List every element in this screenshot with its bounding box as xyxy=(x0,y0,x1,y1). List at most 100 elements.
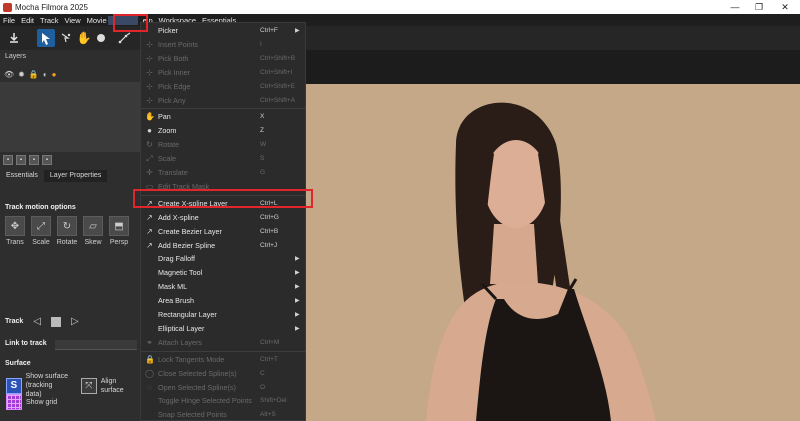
menu-item-label: Zoom xyxy=(158,126,177,136)
scale-button[interactable]: ⤢ Scale xyxy=(30,216,52,246)
menu-item-create-bezier-layer[interactable]: ↗ Create Bezier Layer Ctrl+B xyxy=(141,225,305,238)
menu-item-drag-falloff[interactable]: Drag Falloff ▶ xyxy=(141,252,305,265)
menu-item-pick-inner[interactable]: ⊹ Pick Inner Ctrl+Shift+I xyxy=(141,66,305,79)
menu-item-area-brush[interactable]: Area Brush ▶ xyxy=(141,294,305,307)
track-controls: Track ◁ ▷ xyxy=(5,316,79,327)
color-icon[interactable]: ● xyxy=(52,70,57,79)
delete-layer-icon[interactable]: ▪ xyxy=(42,155,52,165)
pointer-tool-icon[interactable] xyxy=(37,29,55,47)
matte-icon[interactable]: ◐ xyxy=(43,70,48,79)
persp-button[interactable]: ⬒ Persp xyxy=(108,216,130,246)
menu-item-mask-ml[interactable]: Mask ML ▶ xyxy=(141,280,305,293)
track-backward-icon[interactable]: ◁ xyxy=(33,316,41,327)
sun-icon[interactable]: ✹ xyxy=(18,70,25,79)
woman-photo xyxy=(426,102,656,421)
align-surface-icon[interactable]: ⤧ xyxy=(81,377,97,394)
align-surface-label: Align surface xyxy=(100,377,124,394)
show-grid-label: Show grid xyxy=(26,398,58,406)
duplicate-layer-icon[interactable]: ▪ xyxy=(29,155,39,165)
viewer-canvas[interactable] xyxy=(306,84,800,421)
submenu-arrow-icon: ▶ xyxy=(295,284,300,291)
menu-edit[interactable]: Edit xyxy=(18,16,37,25)
tab-essentials[interactable]: Essentials xyxy=(0,170,44,182)
menu-item-pick-edge[interactable]: ⊹ Pick Edge Ctrl+Shift+E xyxy=(141,80,305,93)
menu-item-lock-tangents-mode[interactable]: 🔒 Lock Tangents Mode Ctrl+T xyxy=(141,353,305,366)
menu-movie[interactable]: Movie xyxy=(84,16,108,25)
eye-icon[interactable]: 👁 xyxy=(4,70,14,79)
menu-item-shortcut: Ctrl+T xyxy=(260,355,278,363)
layer-buttons: ▪ ▪ ▪ ▪ xyxy=(3,155,52,165)
add-layer-icon[interactable]: ▪ xyxy=(16,155,26,165)
menu-item-label: Elliptical Layer xyxy=(158,323,205,333)
track-motion-title: Track motion options xyxy=(5,204,76,211)
menu-item-open-selected-spline-s[interactable]: ◌ Open Selected Spline(s) O xyxy=(141,381,305,394)
viewer-toolbar xyxy=(306,50,800,84)
add-bezier-icon: ↗ xyxy=(146,240,153,250)
title-bar: Mocha Filmora 2025 — ❐ ✕ xyxy=(0,0,800,14)
hand-icon[interactable]: ✋ xyxy=(75,29,93,47)
rotate-icon: ↻ xyxy=(57,216,77,236)
stop-icon[interactable] xyxy=(51,316,61,327)
submenu-arrow-icon: ▶ xyxy=(295,312,300,318)
menu-item-elliptical-layer[interactable]: Elliptical Layer ▶ xyxy=(141,322,305,335)
lock-icon[interactable]: 🔒 xyxy=(29,70,39,79)
left-panel: Layers 👁 ✹ 🔒 ◐ ● ▪ ▪ ▪ ▪ Essentials Laye… xyxy=(0,50,140,421)
track-forward-icon[interactable]: ▷ xyxy=(71,316,79,327)
link-to-track-select[interactable] xyxy=(55,340,137,350)
pick-any-icon: ⊹ xyxy=(146,95,153,105)
menu-item-scale[interactable]: ⤢ Scale S xyxy=(141,152,305,165)
menu-item-label: Rectangular Layer xyxy=(158,310,217,319)
menu-item-pick-both[interactable]: ⊹ Pick Both Ctrl+Shift+B xyxy=(141,52,305,65)
menu-item-label: Translate xyxy=(158,168,188,177)
menu-separator xyxy=(141,108,305,110)
menu-item-translate[interactable]: ✛ Translate G xyxy=(141,166,305,179)
link-to-track-label: Link to track xyxy=(5,340,47,347)
menu-item-add-x-spline[interactable]: ↗ Add X-spline Ctrl+G xyxy=(141,211,305,224)
menu-item-label: Scale xyxy=(158,154,176,164)
skew-icon: ▱ xyxy=(83,216,103,236)
menu-track[interactable]: Track xyxy=(37,16,61,25)
pick-inner-icon: ⊹ xyxy=(146,67,153,77)
menu-item-pan[interactable]: ✋ Pan X xyxy=(141,110,305,123)
menu-item-rotate[interactable]: ↻ Rotate W xyxy=(141,138,305,151)
tools-menu: Picker Ctrl+F ▶ ⊹ Insert Points I ⊹ Pick Both Ct… xyxy=(140,22,306,421)
show-surface-icon[interactable]: S xyxy=(6,377,22,394)
menu-item-attach-layers[interactable]: ⚭ Attach Layers Ctrl+M xyxy=(141,336,305,349)
show-grid-icon[interactable] xyxy=(6,394,22,410)
submenu-arrow-icon: ▶ xyxy=(295,256,300,263)
menu-item-picker[interactable]: Picker Ctrl+F ▶ xyxy=(141,24,305,37)
menu-item-snap-selected-points[interactable]: Snap Selected Points Alt+S xyxy=(141,408,305,421)
download-icon[interactable] xyxy=(5,29,23,47)
skew-button[interactable]: ▱ Skew xyxy=(82,216,104,246)
close-window-button[interactable]: ✕ xyxy=(772,0,798,14)
menu-item-add-bezier-spline[interactable]: ↗ Add Bezier Spline Ctrl+J xyxy=(141,239,305,252)
maximize-button[interactable]: ❐ xyxy=(746,0,772,14)
menu-item-close-selected-spline-s[interactable]: ◯ Close Selected Spline(s) C xyxy=(141,367,305,380)
menu-item-shortcut: Ctrl+Shift+A xyxy=(260,96,296,104)
move-icon: ✛ xyxy=(146,168,153,177)
menu-item-toggle-hinge-selected-points[interactable]: Toggle Hinge Selected Points Shift+Del xyxy=(141,394,305,407)
perspective-icon: ⬒ xyxy=(109,216,129,236)
minimize-button[interactable]: — xyxy=(722,0,748,14)
new-folder-icon[interactable]: ▪ xyxy=(3,155,13,165)
rotate-icon: ↻ xyxy=(146,140,153,150)
menu-item-zoom[interactable]: ● Zoom Z xyxy=(141,124,305,137)
menu-item-pick-any[interactable]: ⊹ Pick Any Ctrl+Shift+A xyxy=(141,94,305,107)
pick-point-tool-icon[interactable] xyxy=(57,29,75,47)
trans-button[interactable]: ✥ Trans xyxy=(4,216,26,246)
add-xspline-icon: ↗ xyxy=(146,212,153,222)
menu-item-insert-points[interactable]: ⊹ Insert Points I xyxy=(141,38,305,51)
surface-title: Surface xyxy=(5,360,31,367)
layers-list[interactable] xyxy=(0,82,140,152)
menu-item-shortcut: Ctrl+G xyxy=(260,213,279,221)
menu-item-rectangular-layer[interactable]: Rectangular Layer ▶ xyxy=(141,308,305,321)
zoom-icon[interactable] xyxy=(92,29,110,47)
tab-layer-properties[interactable]: Layer Properties xyxy=(43,170,108,182)
rotate-button[interactable]: ↻ Rotate xyxy=(56,216,78,246)
menu-view[interactable]: View xyxy=(62,16,84,25)
menu-item-label: Close Selected Spline(s) xyxy=(158,368,237,378)
menu-file[interactable]: File xyxy=(0,16,18,25)
menu-item-magnetic-tool[interactable]: Magnetic Tool ▶ xyxy=(141,266,305,279)
menu-item-shortcut: Ctrl+Shift+I xyxy=(260,68,293,76)
tools-menu-highlight xyxy=(113,14,148,32)
